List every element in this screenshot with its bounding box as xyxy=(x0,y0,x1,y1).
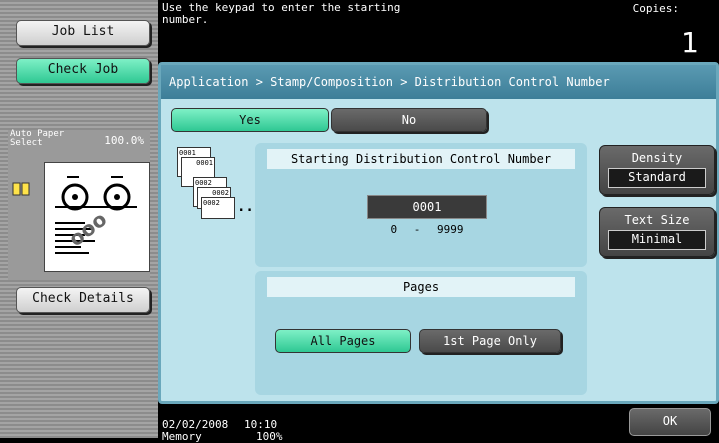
text-size-value: Minimal xyxy=(608,230,706,250)
header: Use the keypad to enter the starting num… xyxy=(158,0,719,62)
starting-number-title: Starting Distribution Control Number xyxy=(267,149,575,169)
main-panel: Application > Stamp/Composition > Distri… xyxy=(158,62,719,404)
sheet-5: 0002 xyxy=(201,197,235,219)
instruction-message: Use the keypad to enter the starting num… xyxy=(162,1,401,26)
check-details-button[interactable]: Check Details xyxy=(16,287,150,313)
pages-title: Pages xyxy=(267,277,575,297)
memory-label: Memory xyxy=(162,430,202,443)
preview-page: ooo xyxy=(44,162,150,272)
tray-icon xyxy=(12,182,30,196)
range-max: 9999 xyxy=(437,223,464,236)
density-value: Standard xyxy=(608,168,706,188)
number-range: 0 - 9999 xyxy=(367,223,487,236)
yes-button[interactable]: Yes xyxy=(171,108,329,132)
breadcrumb: Application > Stamp/Composition > Distri… xyxy=(161,65,716,99)
no-button[interactable]: No xyxy=(331,108,487,132)
all-pages-button[interactable]: All Pages xyxy=(275,329,411,353)
preview-panel: Auto Paper Select 100.0% ooo xyxy=(8,130,150,280)
first-page-only-button[interactable]: 1st Page Only xyxy=(419,329,561,353)
left-panel: Job List Check Job Auto Paper Select 100… xyxy=(0,0,158,438)
text-size-button[interactable]: Text Size Minimal xyxy=(599,207,715,257)
text-size-label: Text Size xyxy=(624,213,690,227)
range-min: 0 xyxy=(390,223,398,236)
job-list-button[interactable]: Job List xyxy=(16,20,150,46)
copies-label: Copies: xyxy=(632,2,679,15)
pages-group: Pages All Pages 1st Page Only xyxy=(255,271,587,395)
distribution-number-illustration: 0001 0001 0002 0002 0002 ... xyxy=(177,147,267,227)
range-separator: - xyxy=(413,223,421,236)
check-job-button[interactable]: Check Job xyxy=(16,58,150,84)
paper-select-label: Auto Paper Select xyxy=(10,129,65,148)
starting-number-field[interactable]: 0001 xyxy=(367,195,487,219)
zoom-ratio: 100.0% xyxy=(104,134,144,147)
ok-button[interactable]: OK xyxy=(629,408,711,436)
footer: 02/02/2008 10:10 Memory 100% OK xyxy=(158,404,719,443)
preview-info: Auto Paper Select 100.0% xyxy=(8,130,150,150)
memory-value: 100% xyxy=(256,430,283,443)
copies-value: 1 xyxy=(681,26,699,59)
starting-number-group: Starting Distribution Control Number 000… xyxy=(255,143,587,267)
density-label: Density xyxy=(631,151,683,165)
density-button[interactable]: Density Standard xyxy=(599,145,715,195)
